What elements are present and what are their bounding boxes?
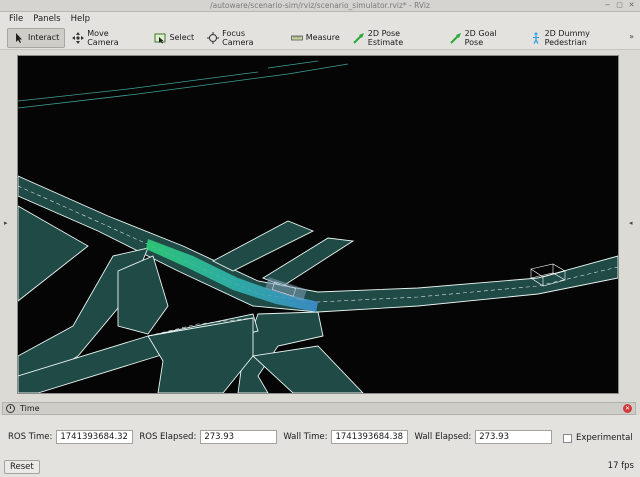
fps-readout: 17 fps (607, 461, 634, 471)
lanelet-map (18, 175, 618, 393)
window-titlebar: /autoware/scenario-sim/rviz/scenario_sim… (0, 0, 640, 12)
interact-tool-label: Interact (28, 33, 60, 42)
pedestrian-icon (530, 32, 542, 44)
time-fields-row: ROS Time: 1741393684.32 ROS Elapsed: 273… (8, 430, 558, 444)
far-lane-lines (18, 60, 349, 109)
wall-time-label: Wall Time: (283, 432, 328, 442)
maximize-icon[interactable]: ▢ (615, 0, 624, 9)
interact-tool-button[interactable]: Interact (7, 27, 66, 48)
experimental-label: Experimental (576, 433, 633, 443)
goal-pose-tool-button[interactable]: 2D Goal Pose (444, 28, 523, 48)
select-tool-button[interactable]: Select (148, 28, 200, 48)
tool-toolbar: Interact Move Camera Select Focus Camera… (0, 26, 640, 50)
interact-icon (13, 32, 25, 44)
time-panel: ROS Time: 1741393684.32 ROS Elapsed: 273… (0, 415, 640, 477)
wall-elapsed-label: Wall Elapsed: (414, 432, 472, 442)
time-panel-title: Time (20, 404, 40, 413)
goal-pose-tool-label: 2D Goal Pose (464, 28, 497, 47)
ros-elapsed-field[interactable]: 273.93 (200, 430, 278, 444)
pose-estimate-icon (353, 32, 365, 44)
move-camera-icon (72, 31, 85, 44)
window-controls: − ▢ ✕ (603, 0, 636, 9)
goal-pose-icon (449, 32, 462, 44)
close-icon[interactable]: ✕ (627, 0, 636, 9)
close-time-panel-icon[interactable]: ✕ (623, 404, 632, 413)
menu-bar: File Panels Help (0, 12, 640, 26)
measure-icon (290, 32, 303, 44)
pose-estimate-tool-button[interactable]: 2D Pose Estimate (347, 28, 443, 48)
clock-icon (6, 404, 15, 413)
ros-elapsed-label: ROS Elapsed: (139, 432, 197, 442)
ros-time-field[interactable]: 1741393684.32 (56, 430, 134, 444)
ros-time-label: ROS Time: (8, 432, 53, 442)
experimental-toggle[interactable]: Experimental (563, 433, 633, 443)
left-dock-strip: ▸ (0, 51, 13, 400)
experimental-checkbox[interactable] (563, 433, 572, 443)
minimize-icon[interactable]: − (603, 0, 612, 9)
move-camera-tool-label: Move Camera (87, 28, 119, 47)
move-camera-tool-button[interactable]: Move Camera (66, 28, 147, 48)
select-icon (154, 32, 166, 44)
menu-help[interactable]: Help (66, 14, 95, 24)
dummy-pedestrian-tool-label: 2D Dummy Pedestrian (544, 28, 590, 47)
right-dock-strip: ◂ (623, 51, 640, 400)
select-tool-label: Select (169, 33, 195, 42)
focus-camera-tool-button[interactable]: Focus Camera (201, 28, 284, 48)
wall-time-field[interactable]: 1741393684.38 (331, 430, 409, 444)
wall-elapsed-field[interactable]: 273.93 (475, 430, 553, 444)
dummy-pedestrian-tool-button[interactable]: 2D Dummy Pedestrian (524, 28, 639, 48)
reset-button[interactable]: Reset (4, 460, 40, 474)
toolbar-overflow-icon[interactable]: » (629, 32, 634, 41)
window-title: /autoware/scenario-sim/rviz/scenario_sim… (210, 1, 430, 10)
focus-camera-tool-label: Focus Camera (222, 28, 254, 47)
time-panel-header: Time ✕ (2, 402, 636, 415)
expand-right-panel-icon[interactable]: ◂ (629, 219, 633, 227)
focus-camera-icon (207, 31, 220, 44)
expand-left-panel-icon[interactable]: ▸ (4, 219, 8, 227)
measure-tool-button[interactable]: Measure (285, 28, 346, 48)
render-viewport[interactable] (17, 55, 619, 394)
pose-estimate-tool-label: 2D Pose Estimate (367, 28, 404, 47)
menu-panels[interactable]: Panels (28, 14, 65, 24)
map-scene (18, 60, 618, 393)
menu-file[interactable]: File (4, 14, 28, 24)
measure-tool-label: Measure (305, 33, 340, 42)
